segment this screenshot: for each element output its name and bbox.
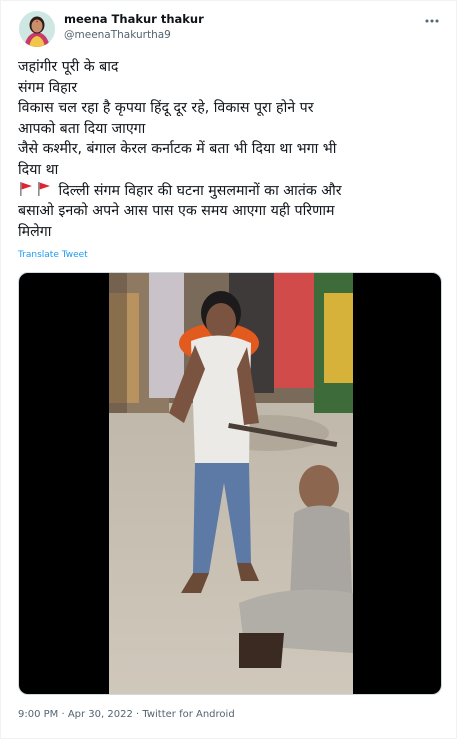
tweet-text-line: जैसे कश्मीर, बंगाल केरल कर्नाटक में बता … [18,141,337,158]
more-horizontal-icon [425,19,439,23]
tweet-text-line-flagged: दिल्ली संगम विहार की घटना मुसलमानों का आ… [18,181,438,202]
tweet-text-line: जहांगीर पूरी के बाद [18,59,119,75]
tweet-text-line: संगम विहार [18,79,78,96]
video-frame[interactable] [109,273,353,694]
more-options-button[interactable] [422,11,442,31]
tweet-text-line: आपको बता दिया जाएगा [18,120,146,137]
red-flag-icon [38,181,50,196]
red-flag-icon [20,181,32,196]
translate-tweet-link[interactable]: Translate Tweet [18,250,88,260]
author-avatar[interactable] [19,11,55,47]
video-player[interactable] [18,272,442,695]
tweet-body: जहांगीर पूरी के बाद संगम विहार विकास चल … [18,57,438,242]
tweet-timestamp[interactable]: 9:00 PM · Apr 30, 2022 · Twitter for And… [18,709,235,720]
tweet-card: meena Thakur thakur @meenaThakurtha9 जहा… [0,0,457,739]
author-info: meena Thakur thakur @meenaThakurtha9 [64,12,204,43]
author-display-name[interactable]: meena Thakur thakur [64,12,204,27]
author-handle[interactable]: @meenaThakurtha9 [64,28,204,43]
tweet-header: meena Thakur thakur @meenaThakurtha9 [17,9,442,49]
tweet-text-line: मिलेगा [18,223,52,240]
tweet-text-line: दिया था [18,161,59,178]
tweet-text-line: विकास चल रहा है कृपया हिंदू दूर रहे, विक… [18,100,314,117]
avatar-image [19,11,55,47]
tweet-text-segment: दिल्ली संगम विहार की घटना मुसलमानों का आ… [58,182,342,199]
video-still-image [109,273,353,694]
tweet-text-line: बसाओ इनको अपने आस पास एक समय आएगा यही पर… [18,203,335,220]
